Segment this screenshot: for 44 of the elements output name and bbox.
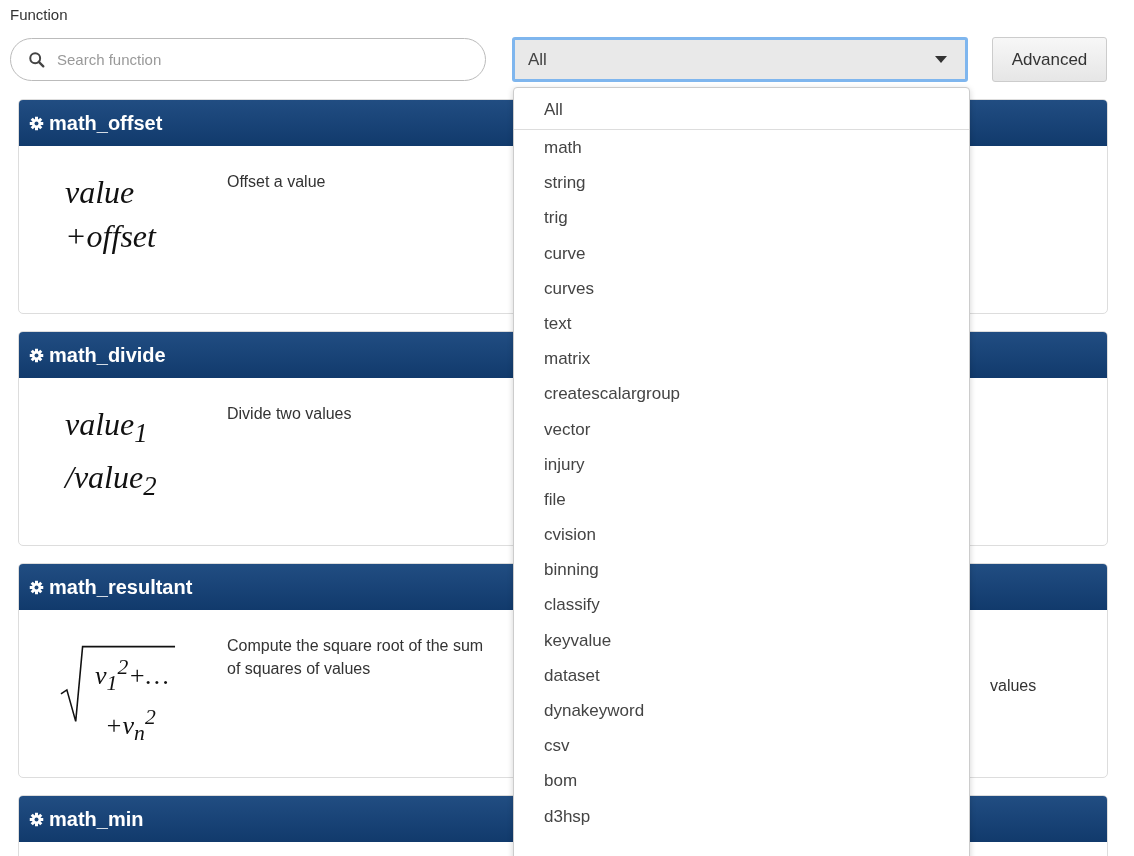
formula-line: +offset — [65, 217, 156, 256]
dropdown-option[interactable]: matrix — [514, 341, 969, 377]
dropdown-option[interactable]: d3hsp — [514, 798, 969, 834]
dropdown-option[interactable]: curves — [514, 270, 969, 306]
formula-line: value$_{1}$ — [65, 405, 149, 451]
gear-icon — [29, 115, 44, 131]
dropdown-option[interactable]: createscalargroup — [514, 376, 969, 412]
dropdown-option[interactable]: curve — [514, 235, 969, 271]
category-select[interactable]: All — [512, 37, 968, 82]
dropdown-option[interactable]: trig — [514, 200, 969, 236]
dropdown-option[interactable]: binning — [514, 552, 969, 588]
gear-icon — [29, 579, 44, 595]
function-name: math_divide — [49, 343, 166, 367]
dropdown-option[interactable]: keyvalue — [514, 622, 969, 658]
function-description: Compute the square root of the sum of squares of values — [227, 636, 485, 679]
function-name: math_min — [49, 807, 144, 831]
dropdown-option[interactable]: bom — [514, 763, 969, 799]
dropdown-option[interactable]: text — [514, 305, 969, 342]
dropdown-option[interactable]: string — [514, 165, 969, 201]
function-description: values — [990, 677, 1037, 695]
function-name: math_offset — [49, 111, 163, 135]
dropdown-option[interactable]: classify — [514, 587, 969, 623]
dropdown-option[interactable]: injury — [514, 446, 969, 482]
gear-icon — [29, 347, 44, 363]
field-label: Function — [10, 6, 68, 23]
search-icon — [28, 51, 46, 69]
formula-line: /value$_{2}$ — [65, 458, 157, 504]
caret-icon — [935, 56, 947, 63]
dropdown-option[interactable]: cvision — [514, 517, 969, 553]
dropdown-option[interactable]: vector — [514, 411, 969, 447]
dropdown-option[interactable]: dataset — [514, 657, 969, 693]
gear-icon — [29, 811, 44, 827]
dropdown-option[interactable]: math — [514, 130, 969, 166]
function-description: Divide two values — [227, 404, 353, 424]
dropdown-option[interactable]: csv — [514, 728, 969, 764]
dropdown-option[interactable]: dynakeyword — [514, 693, 969, 729]
dropdown-option[interactable]: All — [514, 88, 969, 130]
formula-line: value — [65, 173, 136, 212]
formula-line: v$_{1}$$^{2}$+… — [95, 654, 169, 697]
function-name: math_resultant — [49, 575, 193, 599]
function-description: Offset a value — [227, 172, 327, 192]
dropdown-option[interactable]: file — [514, 481, 969, 518]
search-field[interactable]: Search function — [10, 38, 486, 81]
advanced-button[interactable]: Advanced — [992, 37, 1107, 82]
